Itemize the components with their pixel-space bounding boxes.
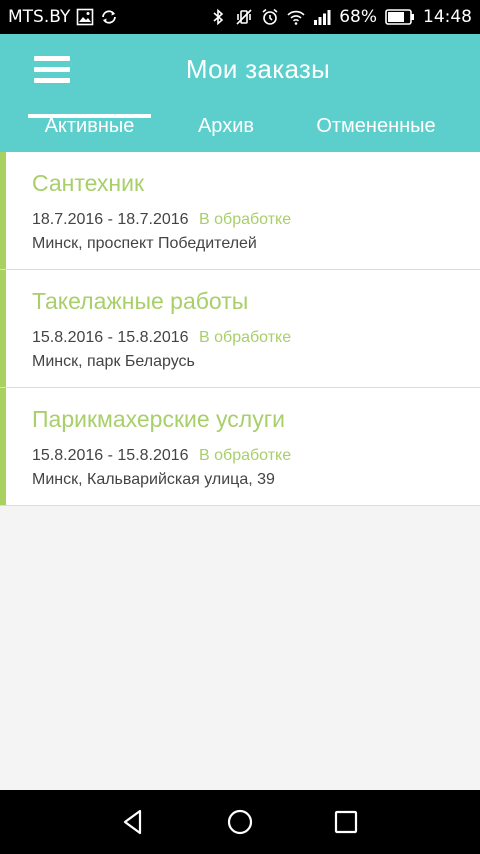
order-card[interactable]: Сантехник 18.7.2016 - 18.7.2016 В обрабо… xyxy=(0,152,480,270)
gallery-icon xyxy=(76,8,94,26)
back-icon[interactable] xyxy=(118,806,150,838)
order-dates: 18.7.2016 - 18.7.2016 xyxy=(32,211,189,228)
signal-icon xyxy=(313,8,331,26)
tab-active[interactable]: Активные xyxy=(28,112,151,152)
order-dates: 15.8.2016 - 15.8.2016 xyxy=(32,447,189,464)
home-icon[interactable] xyxy=(224,806,256,838)
order-card[interactable]: Такелажные работы 15.8.2016 - 15.8.2016 … xyxy=(0,270,480,388)
battery-icon xyxy=(385,8,415,26)
order-meta: 15.8.2016 - 15.8.2016 В обработке xyxy=(32,447,291,465)
tab-cancelled[interactable]: Отмененные xyxy=(302,112,450,152)
order-dates: 15.8.2016 - 15.8.2016 xyxy=(32,329,189,346)
tab-indicator xyxy=(28,114,151,118)
order-location: Минск, проспект Победителей xyxy=(32,235,257,252)
order-status: В обработке xyxy=(199,447,292,464)
recent-apps-icon[interactable] xyxy=(330,806,362,838)
page-title: Мои заказы xyxy=(185,54,331,84)
order-card[interactable]: Парикмахерские услуги 15.8.2016 - 15.8.2… xyxy=(0,388,480,506)
status-right: 68% 14:48 xyxy=(209,7,472,27)
vibrate-icon xyxy=(235,8,253,26)
order-location: Минск, парк Беларусь xyxy=(32,353,195,370)
tab-bar: Активные Архив Отмененные xyxy=(0,112,480,152)
order-status: В обработке xyxy=(199,329,292,346)
status-bar: MTS.BY 68% 14:48 xyxy=(0,0,480,34)
system-nav-bar xyxy=(0,790,480,854)
screen: MTS.BY 68% 14:48 Мои заказы Активные Арх… xyxy=(0,0,480,854)
order-title: Парикмахерские услуги xyxy=(32,406,285,432)
bluetooth-icon xyxy=(209,8,227,26)
alarm-icon xyxy=(261,8,279,26)
order-accent-bar xyxy=(0,152,6,269)
order-title: Сантехник xyxy=(32,170,145,196)
order-list: Сантехник 18.7.2016 - 18.7.2016 В обрабо… xyxy=(0,152,480,506)
order-status: В обработке xyxy=(199,211,292,228)
clock-time: 14:48 xyxy=(423,7,472,27)
order-accent-bar xyxy=(0,270,6,387)
battery-percent: 68% xyxy=(339,7,377,27)
sync-icon xyxy=(100,8,118,26)
wifi-icon xyxy=(287,8,305,26)
order-title: Такелажные работы xyxy=(32,288,249,314)
status-left: MTS.BY xyxy=(8,7,118,27)
order-location: Минск, Кальварийская улица, 39 xyxy=(32,471,275,488)
order-meta: 15.8.2016 - 15.8.2016 В обработке xyxy=(32,329,291,347)
order-accent-bar xyxy=(0,388,6,505)
tab-archive[interactable]: Архив xyxy=(186,112,266,152)
carrier-label: MTS.BY xyxy=(8,7,71,27)
app-bar: Мои заказы Активные Архив Отмененные xyxy=(0,34,480,152)
order-meta: 18.7.2016 - 18.7.2016 В обработке xyxy=(32,211,291,229)
